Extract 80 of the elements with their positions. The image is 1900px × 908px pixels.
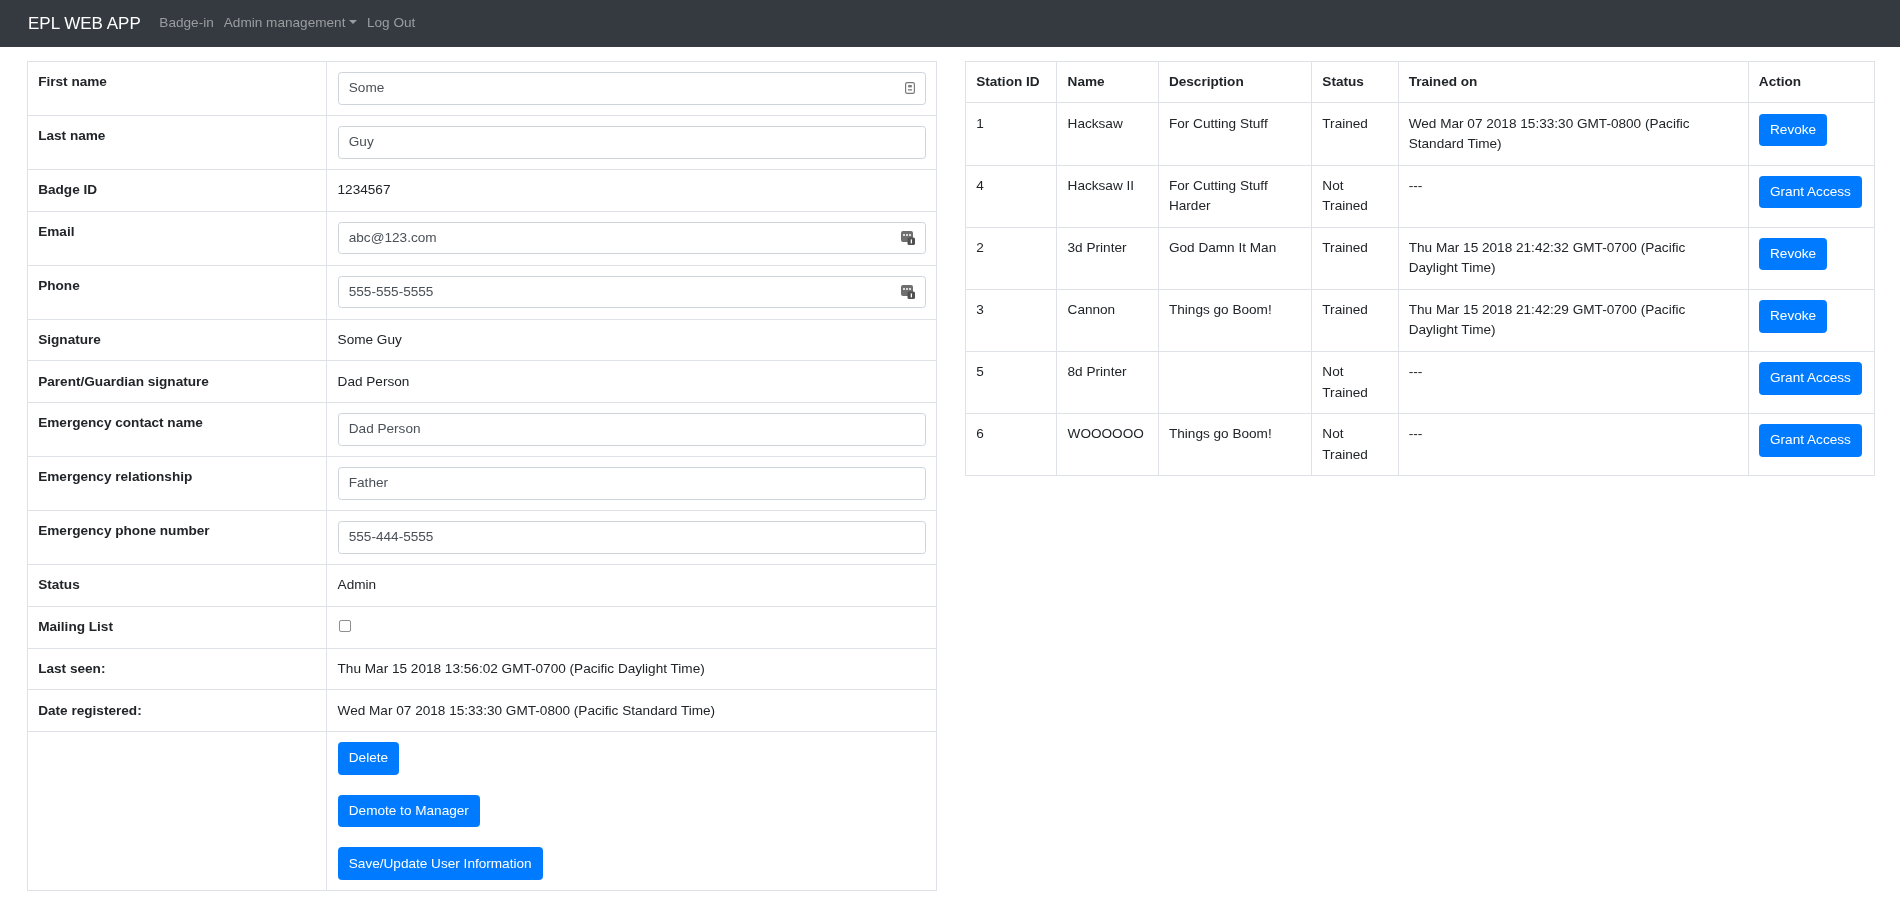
field-value: Dad Person: [337, 373, 410, 389]
table-cell: Trained: [1322, 302, 1368, 318]
action-button[interactable]: Delete: [337, 742, 400, 775]
table-cell: Hacksaw: [1067, 115, 1123, 131]
column-header: Action: [1758, 74, 1802, 89]
table-cell: Not Trained: [1322, 177, 1368, 214]
action-button[interactable]: Grant Access: [1758, 362, 1863, 395]
field-label: Emergency phone number: [38, 523, 210, 539]
field-label: Email: [38, 223, 75, 239]
action-button[interactable]: Revoke: [1758, 237, 1828, 271]
table-cell: 5: [976, 364, 984, 380]
input-field[interactable]: Father: [337, 467, 926, 500]
field-value: Wed Mar 07 2018 15:33:30 GMT-0800 (Pacific Standard Time): [337, 702, 716, 718]
table-cell: For Cutting Stuff: [1168, 115, 1268, 131]
field-value: Admin: [337, 577, 377, 593]
field-label: Emergency contact name: [38, 415, 203, 431]
table-cell: ---: [1408, 364, 1423, 380]
field-value: Thu Mar 15 2018 13:56:02 GMT-0700 (Pacific Daylight Time): [337, 660, 705, 676]
dots-badge-icon[interactable]: [900, 231, 915, 246]
field-label: Last seen:: [38, 660, 106, 676]
field-label: First name: [38, 74, 107, 90]
input-field[interactable]: 555-444-5555: [337, 521, 926, 554]
column-header: Station ID: [976, 74, 1040, 89]
table-cell: Thu Mar 15 2018 21:42:32 GMT-0700 (Pacific Daylight Time): [1408, 239, 1686, 276]
caret-icon: [348, 19, 357, 24]
column-header: Name: [1067, 74, 1105, 89]
table-cell: ---: [1408, 177, 1423, 193]
action-button[interactable]: Revoke: [1758, 300, 1828, 333]
field-label: Mailing List: [38, 619, 113, 635]
table-cell: Wed Mar 07 2018 15:33:30 GMT-0800 (Pacific Standard Time): [1408, 115, 1690, 151]
table-cell: 4: [976, 177, 984, 193]
column-header: Status: [1322, 74, 1364, 89]
table-cell: Thu Mar 15 2018 21:42:29 GMT-0700 (Pacific Daylight Time): [1408, 302, 1686, 338]
table-cell: 3d Printer: [1067, 239, 1127, 255]
action-button[interactable]: Demote to Manager: [337, 794, 481, 828]
field-label: Signature: [38, 331, 101, 347]
action-button[interactable]: Revoke: [1758, 113, 1828, 147]
table-cell: 2: [976, 239, 984, 255]
table-cell: Things go Boom!: [1168, 426, 1272, 442]
contact-card-icon[interactable]: [904, 82, 915, 95]
nav-link[interactable]: Badge-in: [154, 6, 219, 41]
table-cell: 8d Printer: [1067, 364, 1127, 380]
column-header: Description: [1168, 74, 1244, 89]
table-cell: Trained: [1322, 115, 1368, 131]
field-label: Badge ID: [38, 182, 98, 198]
field-label: Status: [38, 577, 80, 593]
field-label: Emergency relationship: [38, 469, 193, 485]
input-field[interactable]: 555-555-5555: [337, 275, 926, 309]
table-cell: 1: [976, 115, 984, 131]
table-cell: 6: [976, 426, 984, 442]
input-field[interactable]: abc@123.com: [337, 221, 926, 255]
field-label: Date registered:: [38, 702, 142, 718]
table-cell: 3: [976, 302, 984, 318]
checkbox[interactable]: [338, 620, 351, 633]
table-cell: Hacksaw II: [1067, 177, 1135, 193]
action-button[interactable]: Save/Update User Information: [337, 847, 543, 881]
field-label: Phone: [38, 277, 80, 293]
field-label: Last name: [38, 128, 106, 144]
table-cell: For Cutting Stuff Harder: [1168, 177, 1268, 214]
table-cell: God Damn It Man: [1168, 239, 1277, 255]
table-cell: Trained: [1322, 239, 1368, 255]
field-label: Parent/Guardian signature: [38, 373, 209, 389]
table-cell: Cannon: [1067, 302, 1116, 318]
dropdown-nav-link[interactable]: Admin management: [218, 6, 362, 41]
action-button[interactable]: Grant Access: [1758, 424, 1863, 457]
action-button[interactable]: Grant Access: [1758, 175, 1863, 209]
input-field[interactable]: Some: [337, 72, 926, 105]
table-cell: ---: [1408, 426, 1423, 442]
field-value: Some Guy: [337, 331, 402, 347]
input-field[interactable]: Guy: [337, 126, 926, 159]
table-cell: Not Trained: [1322, 426, 1368, 462]
brand-link[interactable]: EPL WEB APP: [28, 10, 141, 37]
nav-link[interactable]: Log Out: [361, 6, 421, 41]
table-cell: Not Trained: [1322, 364, 1368, 400]
table-cell: Things go Boom!: [1168, 302, 1272, 318]
input-field[interactable]: Dad Person: [337, 413, 926, 446]
table-cell: WOOOOOO: [1067, 426, 1144, 442]
dots-badge-icon[interactable]: [900, 285, 915, 300]
column-header: Trained on: [1408, 74, 1478, 89]
field-value: 1234567: [337, 182, 391, 198]
